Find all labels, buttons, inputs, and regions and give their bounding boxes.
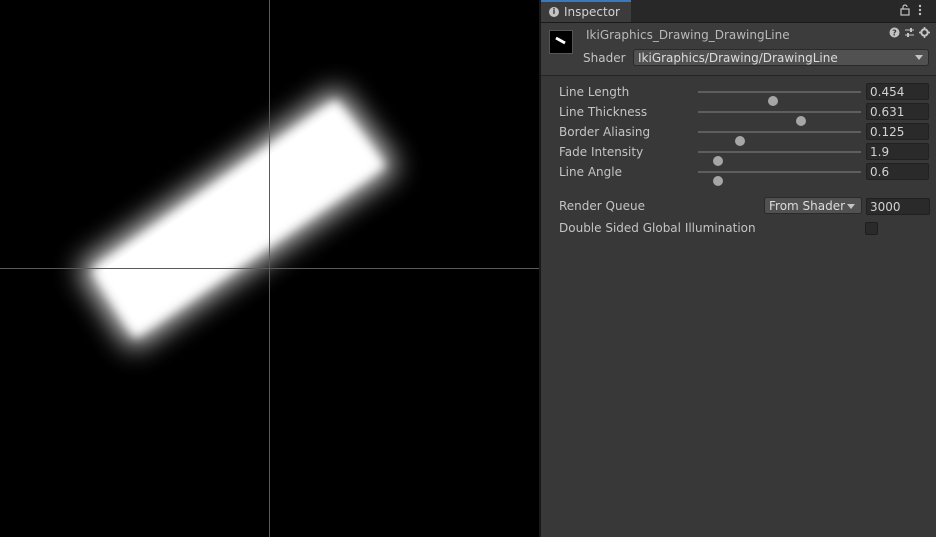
tab-label: Inspector bbox=[564, 5, 620, 19]
inspector-panel: i Inspector IkiGraphics_Drawing_DrawingL… bbox=[541, 0, 936, 537]
render-queue-field[interactable]: 3000 bbox=[866, 198, 930, 215]
shader-dropdown[interactable]: IkiGraphics/Drawing/DrawingLine bbox=[633, 49, 929, 66]
slider-thumb[interactable] bbox=[712, 176, 723, 186]
info-icon: i bbox=[549, 7, 559, 17]
property-label: Line Length bbox=[559, 85, 630, 99]
render-queue-dropdown[interactable]: From Shader bbox=[764, 197, 862, 214]
value-text: 0.6 bbox=[870, 165, 890, 179]
value-field[interactable]: 0.125 bbox=[866, 123, 929, 140]
value-text: 0.454 bbox=[870, 85, 905, 99]
kebab-menu-icon[interactable] bbox=[918, 4, 922, 19]
property-label: Fade Intensity bbox=[559, 145, 644, 159]
shader-label: Shader bbox=[583, 51, 626, 65]
property-label: Line Angle bbox=[559, 165, 622, 179]
property-border-aliasing: Border Aliasing 0.125 bbox=[541, 122, 936, 146]
value-field[interactable]: 0.631 bbox=[866, 103, 929, 120]
scene-view[interactable] bbox=[0, 0, 539, 537]
material-name: IkiGraphics_Drawing_DrawingLine bbox=[586, 28, 790, 42]
property-fade-intensity: Fade Intensity 1.9 bbox=[541, 142, 936, 166]
value-field[interactable]: 0.6 bbox=[866, 163, 929, 180]
preset-icon[interactable] bbox=[904, 27, 915, 41]
slider-track[interactable] bbox=[698, 171, 861, 186]
render-queue-value: 3000 bbox=[870, 200, 901, 214]
chevron-down-icon bbox=[915, 55, 923, 60]
shader-value: IkiGraphics/Drawing/DrawingLine bbox=[638, 51, 838, 65]
material-header: IkiGraphics_Drawing_DrawingLine ? Shader… bbox=[541, 23, 936, 76]
slider-track[interactable] bbox=[698, 151, 861, 166]
value-text: 1.9 bbox=[870, 145, 890, 159]
slider-track[interactable] bbox=[698, 111, 861, 126]
value-text: 0.125 bbox=[870, 125, 905, 139]
lock-icon[interactable] bbox=[900, 4, 910, 19]
gear-icon[interactable] bbox=[919, 27, 930, 41]
help-icon[interactable]: ? bbox=[889, 27, 900, 41]
value-field[interactable]: 0.454 bbox=[866, 83, 929, 100]
slider-track[interactable] bbox=[698, 91, 861, 106]
property-label: Border Aliasing bbox=[559, 125, 651, 139]
property-label: Line Thickness bbox=[559, 105, 648, 119]
property-line-length: Line Length 0.454 bbox=[541, 82, 936, 106]
render-queue-mode: From Shader bbox=[769, 199, 846, 213]
double-sided-gi-label: Double Sided Global Illumination bbox=[559, 221, 756, 235]
value-text: 0.631 bbox=[870, 105, 905, 119]
inspector-tab-bar: i Inspector bbox=[541, 0, 936, 23]
chevron-down-icon bbox=[847, 204, 855, 209]
double-sided-gi-checkbox[interactable] bbox=[865, 222, 878, 235]
scene-canvas bbox=[0, 0, 539, 537]
property-line-angle: Line Angle 0.6 bbox=[541, 162, 936, 186]
render-queue-label: Render Queue bbox=[559, 199, 645, 213]
property-line-thickness: Line Thickness 0.631 bbox=[541, 102, 936, 126]
tab-inspector[interactable]: i Inspector bbox=[541, 0, 631, 22]
slider-track[interactable] bbox=[698, 131, 861, 146]
material-preview-thumbnail[interactable] bbox=[549, 30, 573, 54]
value-field[interactable]: 1.9 bbox=[866, 143, 929, 160]
svg-text:?: ? bbox=[892, 29, 897, 38]
drawn-line-shape bbox=[78, 88, 398, 350]
